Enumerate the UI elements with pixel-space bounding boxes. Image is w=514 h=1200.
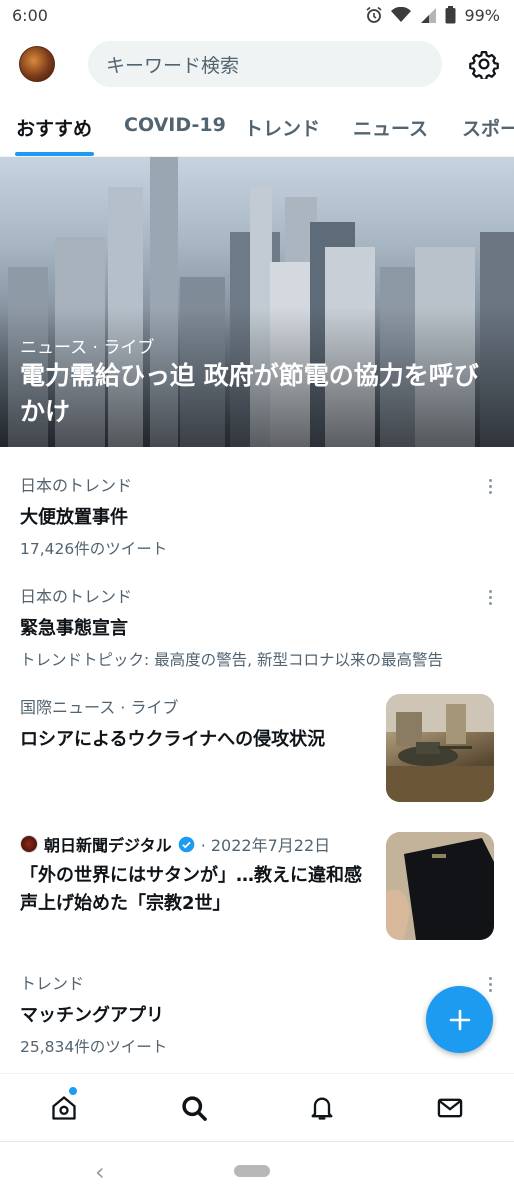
hero-category: ニュース · ライブ <box>20 338 155 358</box>
bottom-navigation <box>0 1073 514 1141</box>
search-icon[interactable] <box>180 1094 208 1122</box>
hero-card[interactable]: ニュース · ライブ 電力需給ひっ迫 政府が節電の協力を呼びかけ <box>0 157 514 447</box>
search-placeholder: キーワード検索 <box>106 54 240 77</box>
more-options-icon[interactable] <box>480 974 500 994</box>
trend-category: 日本のトレンド <box>20 587 133 606</box>
trend-meta: トレンドトピック: 最高度の警告, 新型コロナ以来の最高警告 <box>20 651 444 669</box>
trend-meta: 17,426件のツイート <box>20 540 168 558</box>
trend-title: 緊急事態宣言 <box>20 618 128 639</box>
tab-news[interactable]: ニュース <box>353 114 428 141</box>
news-thumbnail-tank[interactable] <box>386 694 494 802</box>
home-pill[interactable] <box>234 1165 270 1177</box>
profile-avatar[interactable] <box>19 46 55 82</box>
news-thumbnail-book[interactable] <box>386 832 494 940</box>
tab-recommended[interactable]: おすすめ <box>16 114 92 141</box>
hero-title: 電力需給ひっ迫 政府が節電の協力を呼びかけ <box>20 361 479 426</box>
trend-title: 大便放置事件 <box>20 507 128 528</box>
battery-icon <box>445 6 456 24</box>
tab-covid[interactable]: COVID-19 <box>124 114 226 136</box>
more-options-icon[interactable] <box>480 587 500 607</box>
news-title: 「外の世界にはサタンが」…教えに違和感 声上げ始めた「宗教2世」 <box>20 865 380 914</box>
search-input[interactable]: キーワード検索 <box>88 41 442 87</box>
bell-icon[interactable] <box>308 1094 336 1122</box>
alarm-icon <box>366 6 382 23</box>
gear-icon[interactable] <box>469 49 499 79</box>
signal-icon <box>421 8 437 23</box>
system-navigation-bar: ‹ <box>0 1141 514 1200</box>
tab-sports[interactable]: スポー <box>462 114 514 141</box>
tab-bar: おすすめ COVID-19 トレンド ニュース スポー <box>0 100 514 157</box>
trend-item[interactable]: 日本のトレンド 緊急事態宣言 トレンドトピック: 最高度の警告, 新型コロナ以来… <box>20 583 500 670</box>
news-date: · 2022年7月22日 <box>200 836 331 855</box>
source-name: 朝日新聞デジタル <box>44 836 172 855</box>
plus-icon <box>449 1009 470 1030</box>
back-icon[interactable]: ‹ <box>95 1158 105 1186</box>
trend-category: 日本のトレンド <box>20 476 133 495</box>
top-header: キーワード検索 <box>0 40 514 90</box>
mail-icon[interactable] <box>436 1094 464 1122</box>
trend-meta: 25,834件のツイート <box>20 1038 168 1056</box>
more-options-icon[interactable] <box>480 476 500 496</box>
notification-dot <box>69 1087 77 1095</box>
tab-trend[interactable]: トレンド <box>244 114 320 141</box>
news-title: ロシアによるウクライナへの侵攻状況 <box>20 729 326 750</box>
active-tab-indicator <box>15 152 94 156</box>
status-bar: 6:00 99% <box>0 0 514 30</box>
status-time: 6:00 <box>12 5 48 25</box>
battery-percent: 99% <box>464 5 500 25</box>
trend-category: トレンド <box>20 974 85 993</box>
home-icon[interactable] <box>50 1094 78 1122</box>
compose-button[interactable] <box>426 986 493 1053</box>
wifi-icon <box>391 7 412 22</box>
source-avatar <box>20 835 38 853</box>
trend-item[interactable]: 日本のトレンド 大便放置事件 17,426件のツイート <box>20 472 500 559</box>
status-icons: 99% <box>365 6 500 25</box>
verified-badge-icon <box>178 836 194 852</box>
